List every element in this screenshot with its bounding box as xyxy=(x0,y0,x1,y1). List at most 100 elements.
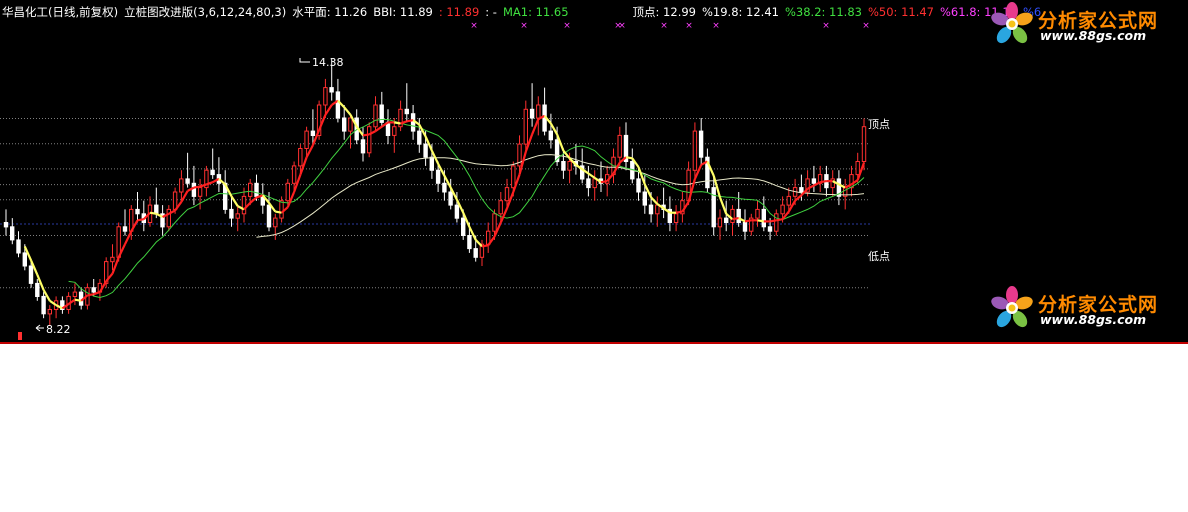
candle-body xyxy=(335,91,341,119)
candle-body xyxy=(298,148,303,167)
candle-body xyxy=(711,187,716,228)
candle-body xyxy=(698,130,704,158)
candle-body xyxy=(285,182,291,202)
candle-body xyxy=(504,187,510,202)
fast-line-segment xyxy=(74,298,82,302)
candle-body xyxy=(448,191,453,206)
candle-body xyxy=(767,226,773,232)
flower-logo-icon xyxy=(991,2,1033,44)
brand-url: www.88gs.com xyxy=(1040,28,1147,43)
candle-body xyxy=(811,178,817,184)
candle-body xyxy=(861,126,867,162)
candle-body xyxy=(122,226,128,232)
fast-line-segment xyxy=(587,172,596,179)
fast-line-segment xyxy=(149,211,157,215)
low-value-label: 8.22 xyxy=(46,323,71,336)
candle-body xyxy=(536,104,541,119)
candle-body xyxy=(72,291,78,298)
candle-body xyxy=(561,161,566,171)
fast-line-segment xyxy=(230,195,239,207)
fast-line-segment xyxy=(374,125,383,133)
candle-body xyxy=(404,108,410,115)
fast-line-segment xyxy=(324,104,333,116)
low-marker xyxy=(18,332,22,340)
fast-line-segment xyxy=(124,230,133,245)
candle-body xyxy=(291,165,297,184)
fast-line-segment xyxy=(625,156,633,160)
candle-body xyxy=(730,208,735,223)
signal-mark: × xyxy=(470,21,478,31)
fast-line-segment xyxy=(769,219,777,223)
candle-body xyxy=(304,130,309,150)
candle-body xyxy=(567,161,572,171)
signal-mark: × xyxy=(685,21,693,31)
candle-body xyxy=(461,217,466,237)
fast-line-segment xyxy=(275,210,282,214)
candle-body xyxy=(3,222,9,228)
candle-body xyxy=(673,213,679,224)
candle-body xyxy=(655,204,660,215)
brand-logo-top: 分析家公式网 www.88gs.com xyxy=(988,2,1188,46)
dash-value: : - xyxy=(485,5,497,19)
slow-ma-line xyxy=(256,154,865,238)
candle-body xyxy=(41,295,46,315)
level-value: 水平面: 11.26 xyxy=(292,5,368,19)
fast-line-segment xyxy=(776,218,783,222)
candle-body xyxy=(310,130,316,137)
fast-line-segment xyxy=(531,118,540,135)
candle-body xyxy=(241,195,247,215)
candle-body xyxy=(742,222,748,232)
signal-mark: × xyxy=(822,21,830,31)
fib-50-value: %50: 11.47 xyxy=(867,5,934,19)
candle-body xyxy=(28,265,34,284)
candle-body xyxy=(229,208,234,219)
fast-line-segment xyxy=(362,133,370,137)
signal-mark: × xyxy=(618,21,626,31)
candle-body xyxy=(135,208,140,215)
bottom-point-label: 低点 xyxy=(868,250,890,263)
fast-line-segment xyxy=(394,121,401,125)
candle-body xyxy=(467,235,472,250)
candle-body xyxy=(786,195,791,206)
candle-body xyxy=(780,204,785,215)
high-pointer xyxy=(299,58,310,63)
candle-body xyxy=(592,178,597,189)
candle-body xyxy=(392,126,397,136)
candle-body xyxy=(586,178,591,189)
candle-body xyxy=(410,113,416,132)
candle-body xyxy=(417,130,422,145)
candle-body xyxy=(279,200,284,219)
candle-body xyxy=(736,208,741,223)
fast-line-segment xyxy=(757,219,764,223)
candle-body xyxy=(761,208,766,228)
candle-body xyxy=(529,108,535,119)
candle-body xyxy=(855,161,860,176)
candle-body xyxy=(172,191,178,210)
candle-body xyxy=(16,239,21,254)
fast-line-segment xyxy=(744,219,752,223)
candle-body xyxy=(329,87,334,93)
candle-body xyxy=(492,213,497,232)
candle-body xyxy=(523,108,528,145)
candle-body xyxy=(22,252,28,267)
stock-title: 华昌化工(日线,前复权) xyxy=(2,5,119,19)
indicator-info-bar: 华昌化工(日线,前复权) 立桩图改进版(3,6,12,24,80,3) 水平面:… xyxy=(2,4,1041,20)
fast-line-segment xyxy=(650,196,659,205)
fast-line-segment xyxy=(406,119,414,123)
candle-body xyxy=(47,309,52,315)
brand-logo-bottom: 分析家公式网 www.88gs.com xyxy=(988,286,1188,330)
brand-url: www.88gs.com xyxy=(1040,312,1147,327)
top-point-label: 顶点 xyxy=(868,118,890,131)
bbi-value: BBI: 11.89 xyxy=(373,5,433,19)
candle-body xyxy=(197,187,203,197)
candle-body xyxy=(435,169,441,184)
fast-line-segment xyxy=(481,244,489,248)
stock-chart-panel[interactable]: × × × × × × × × × × 14.38 8.22 顶点 低点 华昌化工(日线,前复权)… xyxy=(0,0,1188,342)
candles xyxy=(3,58,867,326)
candle-body xyxy=(692,130,698,171)
fast-line-segment xyxy=(193,185,201,189)
top-value: 顶点: 12.99 xyxy=(632,5,696,19)
fast-line-segment xyxy=(675,210,683,214)
empty-area xyxy=(0,344,1188,512)
candle-body xyxy=(185,178,190,184)
